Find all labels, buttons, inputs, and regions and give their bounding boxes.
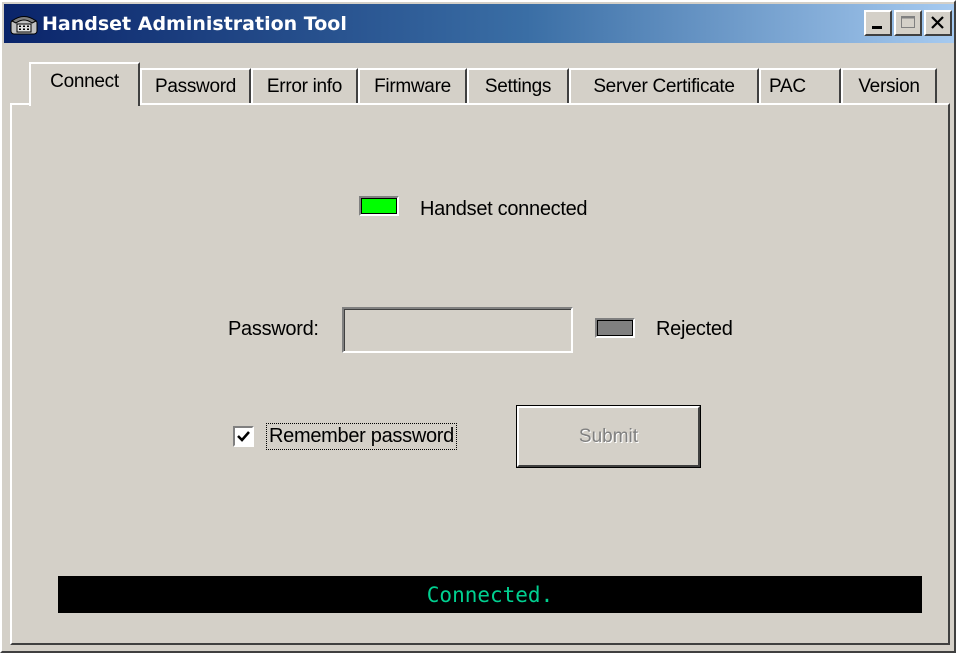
tab-label: Password [154,76,237,97]
remember-password-label[interactable]: Remember password [266,423,457,450]
handset-status-label: Handset connected [420,198,588,220]
telephone-icon [10,15,38,34]
tab-label: Version [858,76,920,97]
checkmark-icon [237,431,250,442]
tab-label: Firmware [374,76,451,97]
status-bar: Connected. [58,576,922,613]
title-bar[interactable]: Handset Administration Tool [4,4,954,43]
tab-password[interactable]: Password [140,68,251,104]
rejected-led-fill [597,320,633,336]
tab-version[interactable]: Version [841,68,937,104]
tab-strip: Connect Password Error info Firmware Set… [2,62,956,106]
tab-settings[interactable]: Settings [467,68,569,104]
tab-label: Error info [266,76,343,97]
tab-server-certificate[interactable]: Server Certificate [569,68,759,104]
app-window: Handset Administration Tool Connect Pass… [0,0,956,653]
password-input[interactable] [342,307,573,353]
remember-password-checkbox[interactable] [233,426,254,447]
tab-label: Server Certificate [593,76,735,97]
minimize-button[interactable] [864,10,892,36]
remember-text: Remember password [269,425,454,447]
tab-firmware[interactable]: Firmware [358,68,467,104]
window-title: Handset Administration Tool [42,12,347,35]
handset-led-fill [361,198,397,214]
close-button[interactable] [924,10,952,36]
rejected-label: Rejected [656,318,733,340]
maximize-icon [901,16,915,28]
tab-label: Settings [484,76,552,97]
tab-error-info[interactable]: Error info [251,68,358,104]
handset-status-led [359,196,399,216]
submit-label: Submit [578,425,639,447]
maximize-button[interactable] [894,10,922,36]
submit-button[interactable]: Submit [517,406,700,467]
rejected-led [595,318,635,338]
minimize-icon [872,26,882,29]
tab-label: PAC [769,76,806,97]
tab-pac[interactable]: PAC [759,68,841,104]
close-icon [931,16,944,29]
password-label: Password: [228,318,319,340]
window-controls [862,10,952,36]
connect-panel [10,103,950,645]
tab-connect[interactable]: Connect [29,62,140,106]
status-text: Connected. [426,582,554,607]
tab-label: Connect [50,71,119,92]
